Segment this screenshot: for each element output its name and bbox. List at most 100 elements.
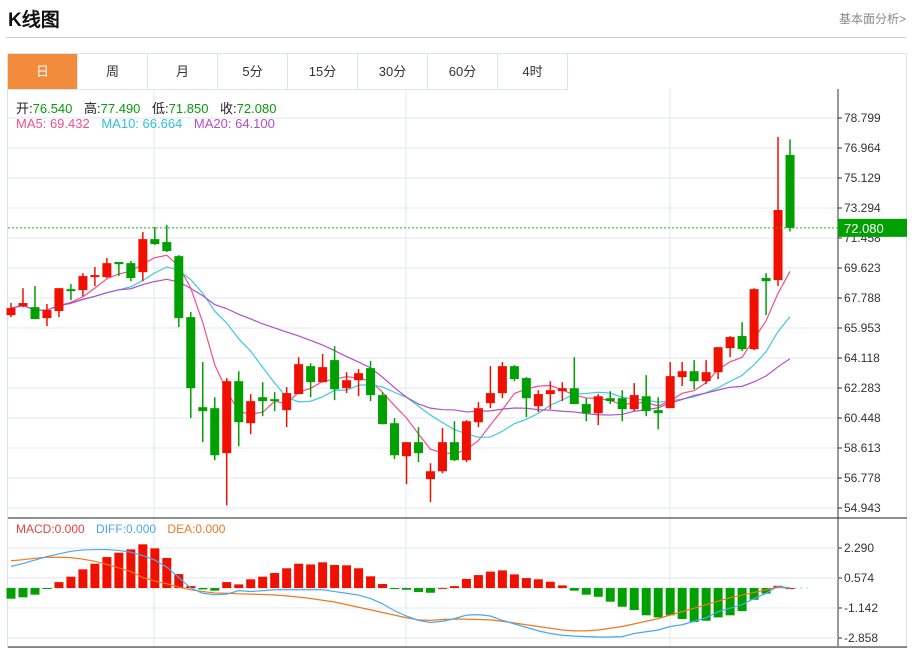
macd-bar: [437, 587, 447, 589]
current-price-label: 72.080: [844, 221, 884, 236]
price-axis-label: 54.943: [844, 501, 881, 515]
candle: [222, 378, 232, 506]
candle: [725, 336, 735, 358]
macd-bar: [677, 588, 687, 619]
candle: [234, 371, 244, 447]
macd-bar: [605, 588, 615, 602]
candle-body: [437, 442, 447, 472]
candle-body: [545, 390, 555, 395]
candle-body: [761, 278, 771, 282]
candle: [425, 463, 435, 503]
candle-body: [270, 399, 280, 402]
macd-bar: [126, 549, 136, 589]
candle: [366, 361, 376, 402]
dea-value: DEA:0.000: [167, 522, 226, 536]
macd-bar: [449, 586, 459, 589]
candle: [689, 360, 699, 390]
candle: [354, 369, 364, 397]
candle: [473, 402, 483, 428]
candle-body: [725, 337, 735, 349]
candle: [174, 255, 184, 328]
price-axis-label: 75.129: [844, 171, 881, 185]
ohlc-legend: 开:76.540 高:77.490 低:71.850 收:72.080: [16, 98, 284, 117]
candle-body: [449, 442, 459, 461]
candle-body: [653, 410, 663, 414]
macd-bar: [246, 579, 256, 589]
macd-bar: [629, 588, 639, 611]
price-axis-label: 56.778: [844, 471, 881, 485]
price-axis-label: 67.788: [844, 291, 881, 305]
macd-bar: [737, 588, 747, 612]
candle: [509, 365, 519, 382]
candle: [78, 273, 88, 297]
candle-body: [102, 263, 112, 278]
macd-bar: [725, 588, 735, 616]
macd-bar: [54, 582, 64, 589]
candle-body: [258, 397, 268, 402]
candle-body: [641, 396, 651, 412]
macd-bar: [461, 578, 471, 589]
macd-bar: [425, 588, 435, 593]
macd-bar: [665, 588, 675, 616]
candle-body: [605, 398, 615, 402]
candle-body: [162, 242, 172, 252]
candle: [246, 394, 256, 435]
candle: [617, 390, 627, 422]
macd-axis-label: 2.290: [844, 541, 874, 555]
price-axis-label: 58.613: [844, 441, 881, 455]
diff-value: DIFF:0.000: [96, 522, 157, 536]
candle-body: [78, 276, 88, 291]
macd-bar: [378, 584, 388, 589]
candle-body: [42, 310, 52, 319]
candle-body: [402, 442, 412, 457]
macd-value: MACD:0.000: [16, 522, 85, 536]
candle-body: [210, 408, 220, 456]
macd-bar: [354, 568, 364, 589]
candle: [138, 232, 148, 282]
candle-body: [521, 378, 531, 399]
candle: [701, 360, 711, 385]
macd-bar: [114, 552, 124, 589]
macd-bar: [42, 588, 52, 590]
macd-bar: [282, 568, 292, 589]
candle-body: [186, 317, 196, 389]
candle-body: [785, 154, 795, 228]
candle: [437, 428, 447, 474]
macd-bar: [198, 588, 208, 590]
candle-body: [677, 371, 687, 378]
candle: [258, 382, 268, 417]
macd-legend: MACD:0.000 DIFF:0.000 DEA:0.000: [16, 522, 233, 536]
candle-body: [557, 388, 567, 392]
candle: [42, 304, 52, 327]
candle: [306, 363, 316, 398]
candle-body: [6, 308, 16, 316]
open-value: 76.540: [32, 101, 73, 116]
macd-bar: [306, 564, 316, 589]
macd-bar: [138, 544, 148, 589]
candle: [30, 286, 40, 320]
candle-body: [390, 423, 400, 456]
candle: [593, 394, 603, 426]
macd-bar: [18, 588, 28, 598]
candle: [294, 357, 304, 395]
ma5-value: MA5: 69.432: [16, 116, 90, 131]
candle-body: [150, 239, 160, 245]
macd-bar: [78, 569, 88, 589]
candle-body: [54, 288, 64, 312]
candle: [90, 267, 100, 287]
candle: [641, 375, 651, 417]
macd-axis-label: -2.858: [844, 631, 878, 645]
macd-bar: [593, 588, 603, 597]
macd-bar: [581, 588, 591, 595]
price-axis-label: 62.283: [844, 381, 881, 395]
candle: [773, 136, 783, 287]
candle: [186, 312, 196, 419]
macd-bar: [413, 588, 423, 593]
candle: [198, 362, 208, 443]
macd-bar: [270, 573, 280, 589]
candle-body: [282, 393, 292, 411]
price-axis-label: 76.964: [844, 141, 881, 155]
candle-body: [533, 394, 543, 407]
macd-bar: [294, 563, 304, 589]
candle-body: [246, 401, 256, 424]
